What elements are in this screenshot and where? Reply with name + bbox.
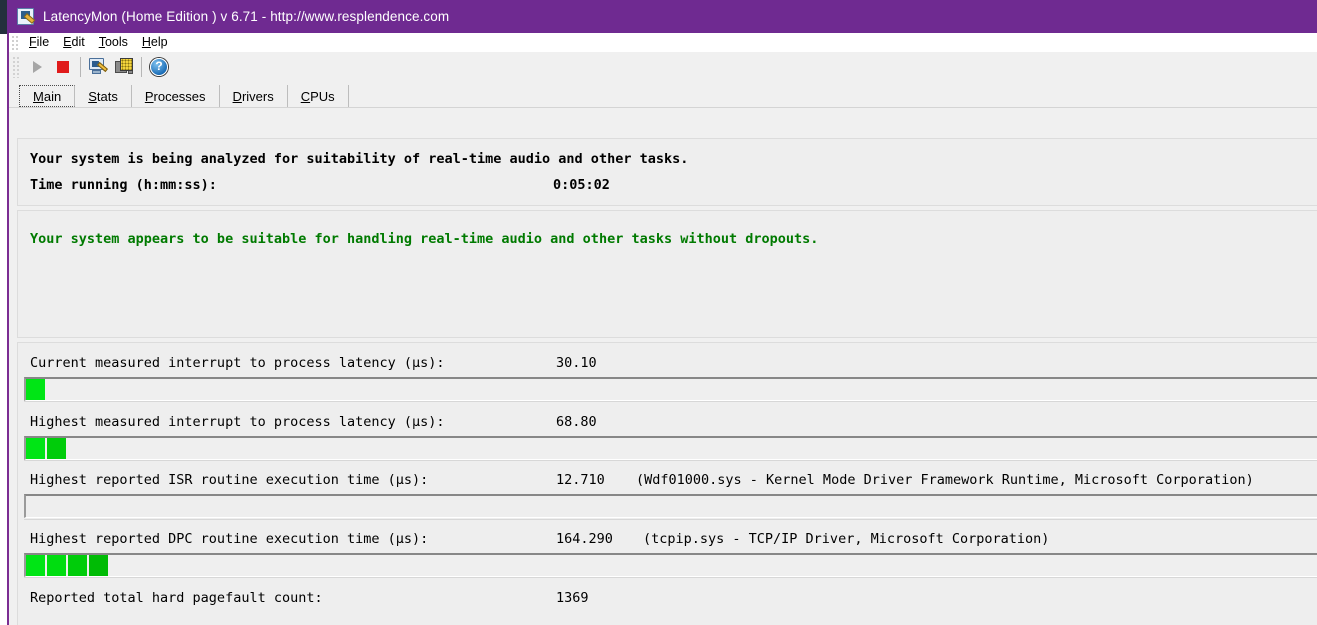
dpc-value: 164.290: [556, 531, 613, 547]
pagefault-value: 1369: [556, 590, 589, 606]
tab-strip: Main Stats Processes Drivers C PUs: [9, 82, 1317, 107]
toolbar: ?: [9, 52, 1317, 82]
main-tab-content: Your system is being analyzed for suitab…: [9, 108, 1317, 625]
verdict-text: Your system appears to be suitable for h…: [30, 231, 819, 247]
help-icon: ?: [150, 58, 168, 76]
toolbar-grip-handle[interactable]: [12, 56, 20, 78]
highest-latency-meter: [24, 436, 1317, 460]
dpc-meter-fill: [26, 555, 1317, 576]
highest-latency-value: 68.80: [556, 414, 597, 430]
isr-label: Highest reported ISR routine execution t…: [30, 472, 429, 488]
isr-meter: [24, 494, 1317, 518]
tab-drivers[interactable]: Drivers: [220, 85, 288, 107]
menu-item-help[interactable]: Help: [135, 34, 175, 51]
copy-button[interactable]: [111, 55, 137, 79]
time-running-value: 0:05:02: [553, 177, 610, 193]
stop-monitoring-button[interactable]: [50, 55, 76, 79]
current-latency-meter-fill: [26, 379, 1317, 400]
tab-stats[interactable]: Stats: [75, 85, 132, 107]
dpc-detail: (tcpip.sys - TCP/IP Driver, Microsoft Co…: [643, 531, 1050, 547]
app-icon: [17, 8, 34, 25]
current-latency-meter: [24, 377, 1317, 401]
isr-detail: (Wdf01000.sys - Kernel Mode Driver Frame…: [636, 472, 1254, 488]
current-latency-value: 30.10: [556, 355, 597, 371]
latencymon-window: LatencyMon (Home Edition ) v 6.71 - http…: [0, 0, 1317, 625]
time-running-label: Time running (h:mm:ss):: [30, 177, 217, 193]
copy-icon: [114, 58, 134, 76]
toolbar-separator: [80, 57, 81, 77]
window-title: LatencyMon (Home Edition ) v 6.71 - http…: [43, 9, 450, 24]
current-latency-label: Current measured interrupt to process la…: [30, 355, 445, 371]
desktop-background-strip: [0, 0, 7, 34]
row-separator-1: [24, 401, 1317, 402]
tab-processes[interactable]: Processes: [132, 85, 220, 107]
start-monitoring-button[interactable]: [24, 55, 50, 79]
menu-item-edit[interactable]: Edit: [56, 34, 92, 51]
play-icon: [32, 61, 42, 73]
report-icon: [88, 58, 108, 76]
isr-value: 12.710: [556, 472, 605, 488]
pagefault-label: Reported total hard pagefault count:: [30, 590, 323, 606]
analysis-line: Your system is being analyzed for suitab…: [30, 151, 689, 167]
isr-meter-fill: [26, 496, 1317, 517]
window-body: File Edit Tools Help ? M ain S tats P ro…: [7, 33, 1317, 625]
dpc-label: Highest reported DPC routine execution t…: [30, 531, 429, 547]
tab-main[interactable]: Main: [19, 85, 76, 107]
stop-icon: [57, 61, 69, 73]
verdict-panel: Your system appears to be suitable for h…: [17, 210, 1317, 338]
row-separator-3: [24, 519, 1317, 520]
toolbar-separator-2: [141, 57, 142, 77]
help-button[interactable]: ?: [146, 55, 172, 79]
menu-grip-handle[interactable]: [11, 35, 20, 50]
report-button[interactable]: [85, 55, 111, 79]
menu-bar: File Edit Tools Help: [9, 33, 1317, 52]
analysis-panel: Your system is being analyzed for suitab…: [17, 138, 1317, 206]
dpc-meter: [24, 553, 1317, 577]
tab-cpus[interactable]: C PUs: [288, 85, 349, 107]
menu-item-tools[interactable]: Tools: [92, 34, 135, 51]
menu-item-file[interactable]: File: [22, 34, 56, 51]
highest-latency-label: Highest measured interrupt to process la…: [30, 414, 445, 430]
measurements-panel: Current measured interrupt to process la…: [17, 342, 1317, 625]
highest-latency-meter-fill: [26, 438, 1317, 459]
row-separator-2: [24, 460, 1317, 461]
title-bar: LatencyMon (Home Edition ) v 6.71 - http…: [7, 0, 1317, 33]
row-separator-4: [24, 577, 1317, 578]
tab-strip-filler: [349, 85, 1317, 107]
desktop-background-strip-lower: [0, 34, 7, 625]
